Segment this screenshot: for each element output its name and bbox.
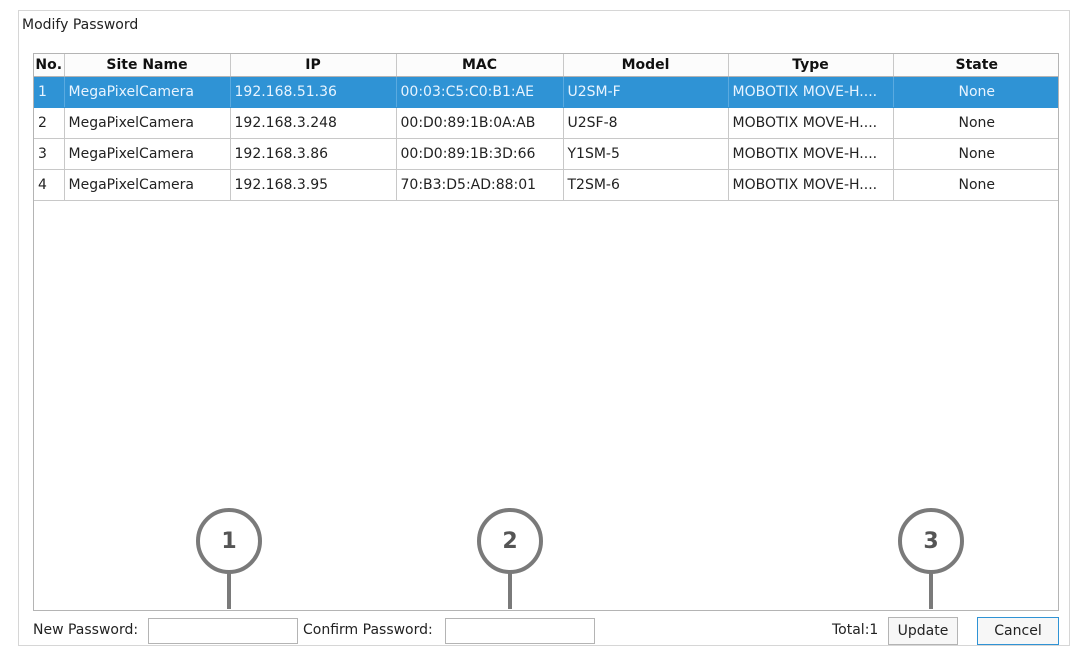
cell-ip: 192.168.3.86 [230,138,397,170]
cell-mac: 00:03:C5:C0:B1:AE [396,76,564,108]
cell-type: MOBOTIX MOVE-H.... [728,169,894,201]
cell-site-name: MegaPixelCamera [64,107,231,139]
cell-model: Y1SM-5 [563,138,729,170]
cell-mac: 00:D0:89:1B:3D:66 [396,138,564,170]
column-header-model[interactable]: Model [563,54,729,77]
cell-no: 2 [34,107,65,139]
table-row[interactable]: 1 MegaPixelCamera 192.168.51.36 00:03:C5… [34,76,1058,108]
column-header-type[interactable]: Type [728,54,894,77]
cell-state: None [893,76,1058,108]
cell-state: None [893,107,1058,139]
cell-type: MOBOTIX MOVE-H.... [728,76,894,108]
callout-3-marker: 3 [898,508,964,574]
table-row[interactable]: 2 MegaPixelCamera 192.168.3.248 00:D0:89… [34,107,1058,139]
column-header-ip[interactable]: IP [230,54,397,77]
cell-no: 4 [34,169,65,201]
cell-model: U2SM-F [563,76,729,108]
device-table: No. Site Name IP MAC Model Type State 1 … [34,54,1058,201]
new-password-label: New Password: [33,622,139,638]
callout-2-marker: 2 [477,508,543,574]
column-header-state[interactable]: State [893,54,1058,77]
dialog-footer: New Password: Confirm Password: Total:1 … [19,607,1069,647]
cell-site-name: MegaPixelCamera [64,138,231,170]
callout-1-marker: 1 [196,508,262,574]
callout-3-leader [929,573,933,609]
table-row[interactable]: 4 MegaPixelCamera 192.168.3.95 70:B3:D5:… [34,169,1058,201]
new-password-input[interactable] [148,618,298,644]
table-header-row: No. Site Name IP MAC Model Type State [34,54,1058,77]
confirm-password-label: Confirm Password: [303,622,433,638]
cell-type: MOBOTIX MOVE-H.... [728,107,894,139]
total-count: Total:1 [832,622,879,638]
column-header-no[interactable]: No. [34,54,65,77]
modify-password-dialog: Modify Password No. Site Name IP MAC Mod… [18,10,1070,646]
column-header-mac[interactable]: MAC [396,54,564,77]
table-row[interactable]: 3 MegaPixelCamera 192.168.3.86 00:D0:89:… [34,138,1058,170]
dialog-title: Modify Password [22,17,139,33]
cell-mac: 70:B3:D5:AD:88:01 [396,169,564,201]
cell-ip: 192.168.51.36 [230,76,397,108]
confirm-password-input[interactable] [445,618,595,644]
cell-state: None [893,138,1058,170]
callout-2-leader [508,573,512,609]
cell-ip: 192.168.3.248 [230,107,397,139]
cell-state: None [893,169,1058,201]
cell-type: MOBOTIX MOVE-H.... [728,138,894,170]
cell-model: U2SF-8 [563,107,729,139]
column-header-site-name[interactable]: Site Name [64,54,231,77]
update-button[interactable]: Update [888,617,958,645]
cell-site-name: MegaPixelCamera [64,169,231,201]
cell-no: 3 [34,138,65,170]
cell-mac: 00:D0:89:1B:0A:AB [396,107,564,139]
cell-no: 1 [34,76,65,108]
cell-site-name: MegaPixelCamera [64,76,231,108]
cancel-button[interactable]: Cancel [977,617,1059,645]
callout-1-leader [227,573,231,609]
cell-ip: 192.168.3.95 [230,169,397,201]
cell-model: T2SM-6 [563,169,729,201]
